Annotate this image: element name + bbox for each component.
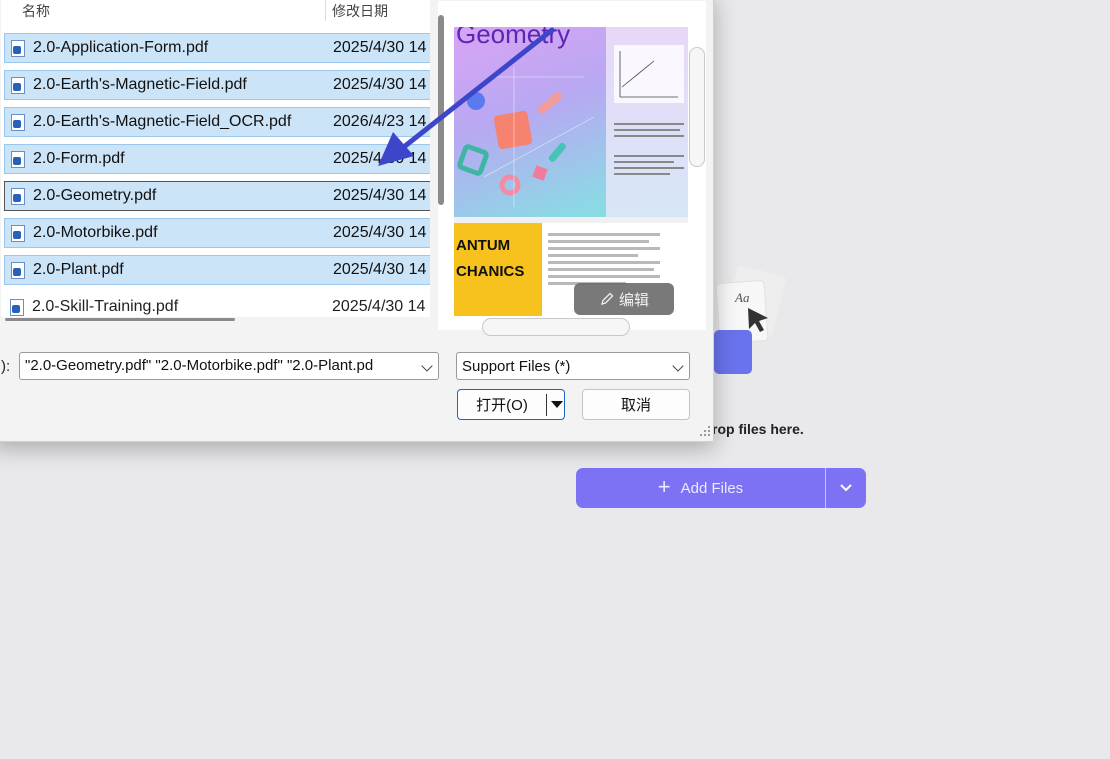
file-row[interactable]: 2.0-Motorbike.pdf 2025/4/30 14 — [4, 218, 430, 248]
filename-value: "2.0-Geometry.pdf" "2.0-Motorbike.pdf" "… — [25, 357, 374, 374]
add-files-dropdown-button[interactable] — [826, 468, 866, 508]
preview-page-geometry: Geometry — [454, 27, 688, 217]
file-date: 2026/4/23 14 — [333, 113, 427, 130]
chevron-down-icon[interactable] — [421, 360, 433, 372]
chevron-down-icon — [672, 360, 684, 372]
preview-line-1: ANTUM — [456, 237, 511, 254]
column-divider[interactable] — [325, 0, 326, 21]
file-name: 2.0-Motorbike.pdf — [33, 224, 158, 241]
file-row[interactable]: 2.0-Earth's-Magnetic-Field.pdf 2025/4/30… — [4, 70, 430, 100]
pencil-icon — [601, 292, 614, 305]
pdf-file-icon — [11, 150, 25, 168]
file-row[interactable]: 2.0-Form.pdf 2025/4/30 14 — [4, 144, 430, 174]
file-row[interactable]: 2.0-Application-Form.pdf 2025/4/30 14 — [4, 33, 430, 63]
file-name: 2.0-Plant.pdf — [33, 261, 124, 278]
cancel-label: 取消 — [620, 397, 651, 414]
add-files-label: Add Files — [680, 479, 744, 497]
drop-files-hint: rop files here. — [712, 421, 804, 437]
pdf-file-icon — [11, 39, 25, 57]
pdf-file-icon — [11, 113, 25, 131]
file-list-hscrollbar[interactable] — [5, 318, 235, 321]
plus-icon: + — [657, 474, 671, 499]
file-name: 2.0-Earth's-Magnetic-Field_OCR.pdf — [33, 113, 292, 130]
file-list[interactable]: 名称 修改日期 2.0-Application-Form.pdf 2025/4/… — [1, 0, 430, 317]
preview-vscrollbar[interactable] — [689, 47, 705, 167]
preview-title: Geometry — [456, 27, 571, 49]
file-date: 2025/4/30 14 — [333, 150, 427, 167]
filename-label: ): — [1, 358, 11, 375]
file-date: 2025/4/30 14 — [333, 39, 427, 56]
column-header: 名称 修改日期 — [1, 0, 430, 21]
file-date: 2025/4/30 14 — [333, 76, 427, 93]
preview-page-quantum: ANTUM CHANICS 编辑 — [454, 223, 688, 316]
file-list-vscrollbar[interactable] — [438, 15, 444, 205]
preview-hscrollbar[interactable] — [482, 318, 630, 336]
preview-yellow-cover: ANTUM CHANICS — [454, 223, 542, 316]
column-date-header[interactable]: 修改日期 — [332, 1, 388, 21]
preview-document: Geometry ANTUM CHANICS 编辑 — [454, 27, 688, 316]
column-name-header[interactable]: 名称 — [22, 1, 50, 21]
file-name: 2.0-Geometry.pdf — [33, 187, 157, 204]
pdf-file-icon — [11, 76, 25, 94]
preview-pane: Geometry ANTUM CHANICS 编辑 — [438, 1, 706, 330]
file-name: 2.0-Earth's-Magnetic-Field.pdf — [33, 76, 247, 93]
resize-grip-icon[interactable] — [700, 426, 712, 438]
file-open-dialog: 名称 修改日期 2.0-Application-Form.pdf 2025/4/… — [0, 0, 714, 442]
open-dropdown-arrow-icon[interactable] — [551, 401, 563, 408]
edit-button[interactable]: 编辑 — [574, 283, 674, 315]
pdf-file-icon — [11, 187, 25, 205]
geometry-illustration — [457, 67, 595, 207]
add-files-button-group: + Add Files — [576, 468, 866, 508]
pdf-file-icon — [10, 298, 24, 316]
upload-illustration: Aa — [714, 265, 786, 374]
filetype-value: Support Files (*) — [462, 358, 571, 375]
add-files-button[interactable]: + Add Files — [576, 468, 825, 508]
file-name: 2.0-Form.pdf — [33, 150, 125, 167]
chevron-down-icon — [840, 484, 852, 492]
edit-label: 编辑 — [618, 291, 649, 309]
file-date: 2025/4/30 14 — [333, 224, 427, 241]
file-row[interactable]: 2.0-Skill-Training.pdf 2025/4/30 14 — [4, 292, 430, 317]
pdf-file-icon — [11, 224, 25, 242]
preview-right-page — [606, 27, 688, 217]
file-name: 2.0-Skill-Training.pdf — [32, 298, 179, 315]
pdf-file-icon — [11, 261, 25, 279]
file-row[interactable]: 2.0-Earth's-Magnetic-Field_OCR.pdf 2026/… — [4, 107, 430, 137]
file-date: 2025/4/30 14 — [333, 187, 427, 204]
svg-text:Aa: Aa — [734, 290, 750, 305]
preview-line-2: CHANICS — [456, 263, 525, 280]
preview-body-text — [548, 233, 660, 289]
open-button[interactable]: 打开(O) — [457, 389, 565, 420]
file-date: 2025/4/30 14 — [332, 298, 426, 315]
filename-input[interactable]: "2.0-Geometry.pdf" "2.0-Motorbike.pdf" "… — [19, 352, 439, 380]
open-label: 打开(O) — [476, 397, 528, 414]
file-row[interactable]: 2.0-Plant.pdf 2025/4/30 14 — [4, 255, 430, 285]
filetype-select[interactable]: Support Files (*) — [456, 352, 690, 380]
file-row[interactable]: 2.0-Geometry.pdf 2025/4/30 14 — [4, 181, 430, 211]
file-name: 2.0-Application-Form.pdf — [33, 39, 209, 56]
open-button-divider — [546, 393, 547, 416]
file-date: 2025/4/30 14 — [333, 261, 427, 278]
cancel-button[interactable]: 取消 — [582, 389, 690, 420]
